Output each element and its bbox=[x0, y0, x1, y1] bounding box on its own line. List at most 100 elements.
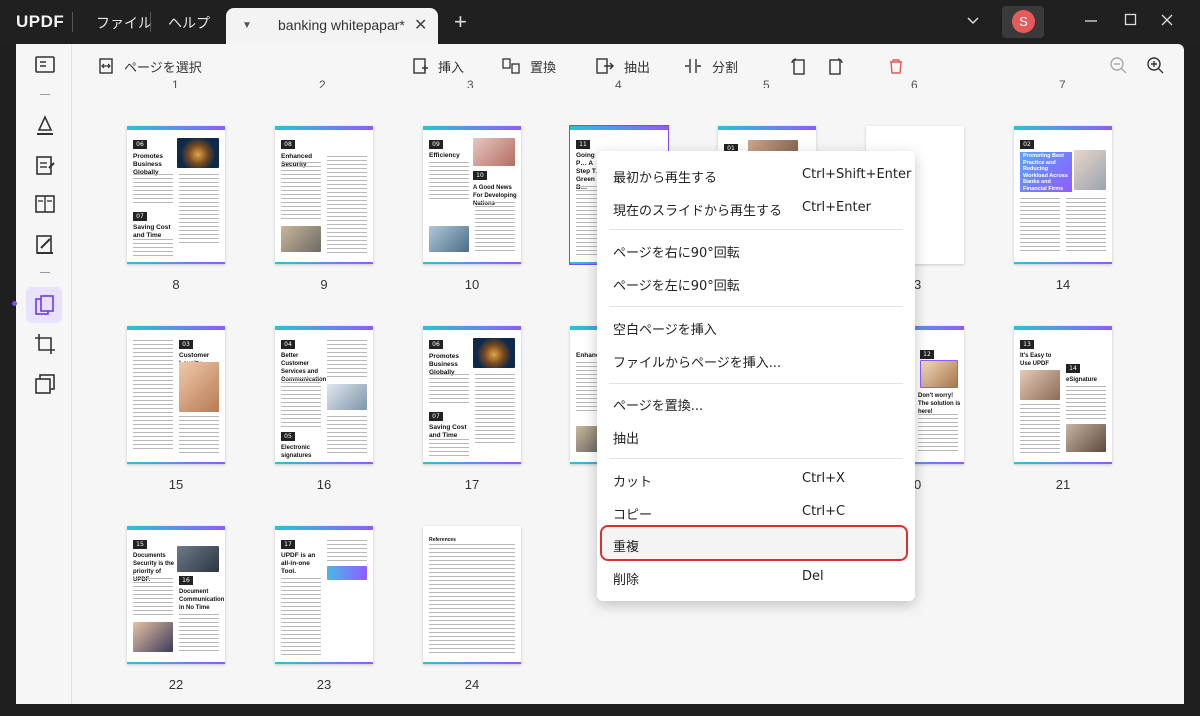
section-badge: 16 bbox=[179, 576, 193, 585]
menu-item-play-from-current[interactable]: 現在のスライドから再生する Ctrl+Enter bbox=[613, 200, 903, 220]
text-lines bbox=[429, 162, 469, 202]
thumb-topbar bbox=[718, 126, 816, 130]
page-thumbnail-17[interactable]: 06 Promotes Business Globally 07 Saving … bbox=[423, 326, 521, 464]
document-tab[interactable]: ▼ banking whitepapar* ✕ bbox=[226, 8, 438, 44]
delete-button[interactable] bbox=[888, 57, 914, 75]
tab-dropdown-icon[interactable]: ▼ bbox=[242, 20, 252, 31]
page-thumbnail-9[interactable]: 08 Enhanced Security bbox=[275, 126, 373, 264]
comment-icon[interactable] bbox=[34, 114, 56, 136]
page-thumbnail-14[interactable]: 02 Promoting Best Practice and Reducing … bbox=[1014, 126, 1112, 264]
page-number-top: 6 bbox=[911, 78, 918, 88]
page-thumbnail-24[interactable]: References bbox=[423, 526, 521, 664]
thumb-topbar bbox=[275, 326, 373, 330]
page-number: 15 bbox=[168, 477, 184, 492]
page-thumbnail-15[interactable]: 03 Customer Loyalty bbox=[127, 326, 225, 464]
minimize-icon[interactable] bbox=[1084, 13, 1098, 30]
section-badge: 04 bbox=[281, 340, 295, 349]
divider bbox=[72, 12, 73, 32]
menu-item-label: 重複 bbox=[613, 540, 640, 555]
thumb-topbar bbox=[1014, 126, 1112, 130]
thumb-topbar bbox=[127, 326, 225, 330]
fill-sign-icon[interactable] bbox=[34, 233, 56, 255]
layers-icon[interactable] bbox=[34, 373, 56, 395]
edit-icon[interactable] bbox=[34, 154, 56, 176]
menu-item-extract[interactable]: 抽出 bbox=[613, 428, 903, 448]
reader-icon[interactable] bbox=[34, 54, 56, 76]
crop-icon[interactable] bbox=[34, 333, 56, 355]
replace-button[interactable]: 置換 bbox=[502, 57, 556, 76]
menu-item-rotate-left[interactable]: ページを左に90°回転 bbox=[613, 275, 903, 295]
new-tab-button[interactable]: + bbox=[454, 9, 467, 35]
menu-item-copy[interactable]: コピー Ctrl+C bbox=[613, 504, 903, 524]
menu-item-label: 削除 bbox=[613, 573, 640, 588]
menu-item-shortcut: Ctrl+Enter bbox=[802, 200, 871, 215]
avatar[interactable]: S bbox=[1012, 10, 1035, 33]
page-number-top: 7 bbox=[1059, 78, 1066, 88]
menu-item-replace-page[interactable]: ページを置換... bbox=[613, 395, 903, 415]
rotate-right-button[interactable] bbox=[828, 57, 856, 75]
thumb-bottombar bbox=[127, 262, 225, 264]
zoom-out-icon bbox=[1110, 57, 1127, 74]
organize-pages-icon[interactable] bbox=[34, 294, 56, 316]
chevron-down-icon[interactable] bbox=[966, 13, 980, 30]
page-thumbnail-16[interactable]: 04 Better Customer Services and Communic… bbox=[275, 326, 373, 464]
extract-button[interactable]: 抽出 bbox=[596, 57, 650, 76]
text-lines bbox=[133, 174, 173, 204]
section-heading: References bbox=[429, 537, 456, 543]
menu-item-insert-blank[interactable]: 空白ページを挿入 bbox=[613, 319, 903, 339]
select-pages-button[interactable]: ページを選択 bbox=[98, 57, 202, 76]
laptop-image bbox=[1074, 150, 1106, 190]
thumb-topbar bbox=[127, 526, 225, 530]
insert-icon bbox=[413, 58, 428, 74]
text-lines bbox=[327, 340, 367, 380]
menu-item-cut[interactable]: カット Ctrl+X bbox=[613, 471, 903, 491]
page-number: 23 bbox=[316, 677, 332, 692]
menu-help[interactable]: ヘルプ bbox=[168, 13, 210, 33]
menu-item-duplicate[interactable]: 重複 bbox=[613, 536, 903, 556]
page-thumbnail-10[interactable]: 09 Efficiency 10 A Good News For Develop… bbox=[423, 126, 521, 264]
person-image bbox=[179, 362, 219, 412]
section-badge: 02 bbox=[1020, 140, 1034, 149]
thumb-bottombar bbox=[127, 462, 225, 464]
rotate-left-button[interactable] bbox=[788, 57, 816, 75]
thumb-bottombar bbox=[275, 662, 373, 664]
menu-item-insert-from-file[interactable]: ファイルからページを挿入... bbox=[613, 352, 903, 372]
menu-item-play-from-start[interactable]: 最初から再生する Ctrl+Shift+Enter bbox=[613, 167, 911, 187]
form-icon[interactable] bbox=[34, 193, 56, 215]
maximize-icon[interactable] bbox=[1124, 13, 1138, 30]
close-icon[interactable] bbox=[1160, 13, 1174, 30]
tab-close-icon[interactable]: ✕ bbox=[414, 15, 427, 35]
page-number: 24 bbox=[464, 677, 480, 692]
menu-item-label: ページを左に90°回転 bbox=[613, 279, 740, 294]
menu-item-label: 空白ページを挿入 bbox=[613, 323, 717, 338]
page-thumbnail-8[interactable]: 06 Promotes Business Globally 07 Saving … bbox=[127, 126, 225, 264]
divider bbox=[150, 12, 151, 32]
globe-image bbox=[473, 338, 515, 368]
text-lines bbox=[281, 578, 321, 656]
text-lines bbox=[179, 416, 219, 456]
page-number-top: 4 bbox=[615, 78, 622, 88]
active-indicator bbox=[12, 301, 17, 306]
text-lines bbox=[429, 544, 515, 656]
thumb-topbar bbox=[127, 126, 225, 130]
insert-button[interactable]: 挿入 bbox=[412, 57, 464, 76]
section-badge: 11 bbox=[576, 140, 590, 149]
text-lines bbox=[133, 578, 173, 618]
select-pages-label: ページを選択 bbox=[124, 60, 202, 76]
zoom-in-button[interactable] bbox=[1147, 57, 1175, 75]
menu-divider bbox=[609, 229, 903, 230]
globe-image bbox=[177, 138, 219, 168]
page-thumbnail-22[interactable]: 15 Documents Security is the priority of… bbox=[127, 526, 225, 664]
split-button[interactable]: 分割 bbox=[684, 57, 738, 76]
page-thumbnail-21[interactable]: 13 It's Easy to Use UPDF 14 eSignature bbox=[1014, 326, 1112, 464]
section-badge: 06 bbox=[133, 140, 147, 149]
tab-title: banking whitepapar* bbox=[278, 17, 405, 33]
menu-item-delete[interactable]: 削除 Del bbox=[613, 569, 903, 589]
page-thumbnail-23[interactable]: 17 UPDF is an all-in-one Tool. bbox=[275, 526, 373, 664]
menu-item-rotate-right[interactable]: ページを右に90°回転 bbox=[613, 242, 903, 262]
menu-file[interactable]: ファイル bbox=[96, 13, 152, 33]
office-image bbox=[429, 226, 469, 252]
zoom-out-button[interactable] bbox=[1110, 57, 1138, 75]
page-number: 14 bbox=[1055, 277, 1071, 292]
section-heading: Document Communication in No Time bbox=[179, 589, 225, 611]
